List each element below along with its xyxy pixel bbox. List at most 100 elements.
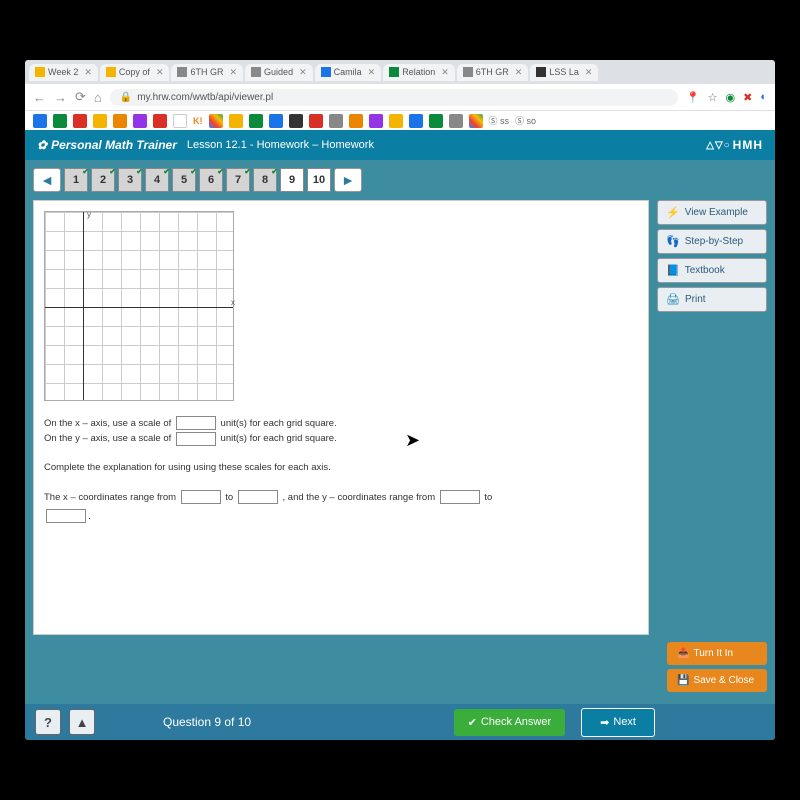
bookmark[interactable] — [33, 114, 47, 128]
tab-1[interactable]: Copy of✕ — [100, 64, 170, 81]
bookmark[interactable] — [469, 114, 483, 128]
tab-0[interactable]: Week 2✕ — [29, 64, 98, 81]
question-7[interactable]: 7✔ — [226, 168, 250, 192]
question-6[interactable]: 6✔ — [199, 168, 223, 192]
submit-buttons: 📤Turn It In 💾Save & Close — [667, 642, 767, 692]
close-icon[interactable]: ✕ — [156, 67, 164, 78]
bookmark[interactable] — [93, 114, 107, 128]
close-icon[interactable]: ✕ — [84, 67, 92, 78]
browser-window: Week 2✕ Copy of✕ 6TH GR✕ Guided✕ Camila✕… — [25, 60, 775, 740]
bookmark[interactable] — [53, 114, 67, 128]
save-close-button[interactable]: 💾Save & Close — [667, 669, 767, 692]
footer-bar: ? ▲ Question 9 of 10 ✔Check Answer ➡Next — [25, 704, 775, 740]
star-icon[interactable]: ☆ — [708, 91, 718, 104]
check-answer-button[interactable]: ✔Check Answer — [454, 709, 566, 736]
x-scale-input[interactable] — [176, 416, 216, 430]
reload-icon[interactable]: ⟳ — [75, 89, 86, 105]
location-icon[interactable]: 📍 — [686, 91, 700, 104]
bookmark[interactable] — [153, 114, 167, 128]
question-10[interactable]: 10 — [307, 168, 331, 192]
close-icon[interactable]: ✕ — [585, 67, 593, 78]
tab-6[interactable]: 6TH GR✕ — [457, 64, 529, 81]
bookmark[interactable] — [73, 114, 87, 128]
question-text: On the x – axis, use a scale of unit(s) … — [44, 416, 638, 524]
next-button[interactable]: ➡Next — [581, 708, 655, 737]
ext-icon[interactable]: ◐ — [760, 91, 767, 103]
bookmark[interactable] — [173, 114, 187, 128]
y-scale-input[interactable] — [176, 432, 216, 446]
ext-icon[interactable]: ◉ — [726, 91, 736, 104]
footsteps-icon: 👣 — [666, 235, 680, 248]
prev-question-button[interactable]: ◄ — [33, 168, 61, 192]
bookmark[interactable] — [133, 114, 147, 128]
bookmark[interactable] — [389, 114, 403, 128]
warning-button[interactable]: ▲ — [69, 709, 95, 735]
close-icon[interactable]: ✕ — [299, 67, 307, 78]
tab-4[interactable]: Camila✕ — [315, 64, 382, 81]
x-axis-label: x — [231, 298, 235, 307]
bookmark[interactable] — [309, 114, 323, 128]
tab-7[interactable]: LSS La✕ — [530, 64, 598, 81]
y-to-input[interactable] — [46, 509, 86, 523]
bookmark[interactable] — [269, 114, 283, 128]
help-button[interactable]: ? — [35, 709, 61, 735]
question-4[interactable]: 4✔ — [145, 168, 169, 192]
step-by-step-button[interactable]: 👣Step-by-Step — [657, 229, 767, 254]
forward-icon[interactable]: → — [54, 90, 67, 105]
x-from-input[interactable] — [181, 490, 221, 504]
x-to-input[interactable] — [238, 490, 278, 504]
textbook-button[interactable]: 📘Textbook — [657, 258, 767, 283]
print-button[interactable]: 🖨Print — [657, 287, 767, 312]
bookmark[interactable] — [113, 114, 127, 128]
next-question-button[interactable]: ► — [334, 168, 362, 192]
back-icon[interactable]: ← — [33, 90, 46, 105]
help-sidebar: ⚡View Example 👣Step-by-Step 📘Textbook 🖨P… — [657, 200, 767, 635]
home-icon[interactable]: ⌂ — [94, 90, 102, 105]
url-bar: ← → ⟳ ⌂ 🔒 my.hrw.com/wwtb/api/viewer.pl … — [25, 84, 775, 110]
bookmark[interactable] — [449, 114, 463, 128]
question-2[interactable]: 2✔ — [91, 168, 115, 192]
upload-icon: 📤 — [677, 648, 689, 659]
turn-it-in-button[interactable]: 📤Turn It In — [667, 642, 767, 665]
bookmark[interactable] — [209, 114, 223, 128]
close-icon[interactable]: ✕ — [368, 67, 376, 78]
url-input[interactable]: 🔒 my.hrw.com/wwtb/api/viewer.pl — [110, 89, 678, 106]
check-icon: ✔ — [271, 167, 278, 176]
bookmark[interactable] — [249, 114, 263, 128]
flame-icon: ✿ — [37, 138, 47, 152]
tab-3[interactable]: Guided✕ — [245, 64, 313, 81]
close-icon[interactable]: ✕ — [230, 67, 238, 78]
bookmark[interactable] — [229, 114, 243, 128]
tab-strip: Week 2✕ Copy of✕ 6TH GR✕ Guided✕ Camila✕… — [25, 60, 775, 84]
bookmark[interactable] — [289, 114, 303, 128]
app-title: ✿ Personal Math Trainer — [37, 138, 177, 152]
tab-2[interactable]: 6TH GR✕ — [171, 64, 243, 81]
bookmark[interactable] — [429, 114, 443, 128]
bookmark[interactable] — [349, 114, 363, 128]
lesson-title: Lesson 12.1 - Homework – Homework — [187, 139, 374, 151]
tab-5[interactable]: Relation✕ — [383, 64, 455, 81]
question-1[interactable]: 1✔ — [64, 168, 88, 192]
question-3[interactable]: 3✔ — [118, 168, 142, 192]
view-example-button[interactable]: ⚡View Example — [657, 200, 767, 225]
question-9[interactable]: 9 — [280, 168, 304, 192]
close-icon[interactable]: ✕ — [441, 67, 449, 78]
close-icon[interactable]: ✕ — [515, 67, 523, 78]
save-icon: 💾 — [677, 675, 689, 686]
question-5[interactable]: 5✔ — [172, 168, 196, 192]
bookmark[interactable]: Ⓢ ss — [489, 114, 510, 127]
y-from-input[interactable] — [440, 490, 480, 504]
arrow-right-icon: ➡ — [600, 716, 609, 729]
printer-icon: 🖨 — [666, 293, 680, 306]
question-nav: ◄ 1✔ 2✔ 3✔ 4✔ 5✔ 6✔ 7✔ 8✔ 9 10 ► — [33, 168, 767, 192]
bookmark[interactable]: K! — [193, 116, 203, 126]
bookmark[interactable]: Ⓢ so — [515, 114, 536, 127]
ext-icon[interactable]: ✖ — [743, 91, 752, 104]
bookmark[interactable] — [369, 114, 383, 128]
bookmark[interactable] — [329, 114, 343, 128]
question-counter: Question 9 of 10 — [163, 715, 251, 729]
bookmark[interactable] — [409, 114, 423, 128]
coordinate-grid[interactable]: y x — [44, 211, 234, 401]
check-icon: ✔ — [190, 167, 197, 176]
question-8[interactable]: 8✔ — [253, 168, 277, 192]
